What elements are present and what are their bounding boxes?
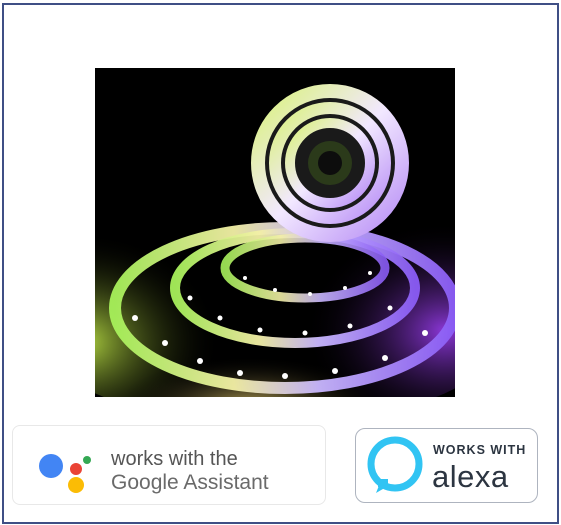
alexa-badge: WORKS WITH alexa	[355, 428, 538, 503]
alexa-badge-line1: WORKS WITH	[433, 443, 527, 457]
product-image-led-strip	[95, 68, 455, 397]
alexa-badge-line2: alexa	[432, 459, 509, 494]
alexa-ring-icon	[367, 436, 423, 493]
led-strip-illustration	[95, 68, 455, 397]
google-badge-line1: works with the	[111, 448, 238, 470]
google-badge-line2: Google Assistant	[111, 471, 269, 494]
google-assistant-badge: works with the Google Assistant	[12, 425, 326, 505]
google-assistant-icon	[39, 454, 91, 493]
google-badge-text: works with the Google Assistant	[111, 448, 269, 494]
